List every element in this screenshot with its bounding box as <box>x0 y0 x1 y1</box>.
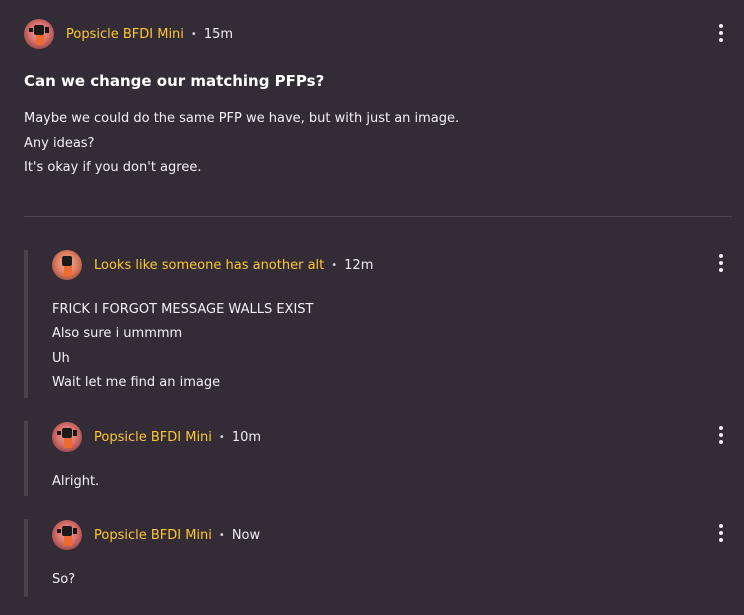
kebab-dot <box>719 254 723 258</box>
avatar-shape <box>62 428 72 438</box>
separator-dot: • <box>218 529 225 541</box>
avatar-shape <box>29 28 33 32</box>
reply-body-line: Wait let me find an image <box>52 375 221 390</box>
reply-body-line: FRICK I FORGOT MESSAGE WALLS EXIST <box>52 302 314 317</box>
avatar-shape <box>73 528 77 534</box>
separator-dot: • <box>331 259 338 271</box>
kebab-dot <box>719 24 723 28</box>
kebab-dot <box>719 531 723 535</box>
reply-header: Looks like someone has another alt • 12m <box>52 249 373 281</box>
kebab-dot <box>719 31 723 35</box>
reply-indent-bar <box>24 421 28 496</box>
reply-body-line: Alright. <box>52 474 100 489</box>
kebab-dot <box>719 433 723 437</box>
separator-dot: • <box>218 431 225 443</box>
more-options-icon[interactable] <box>716 524 726 542</box>
avatar[interactable] <box>52 422 82 452</box>
divider <box>24 216 732 217</box>
reply-body-line: Uh <box>52 351 70 366</box>
avatar-shape <box>34 25 44 35</box>
avatar-shape <box>64 266 72 276</box>
kebab-dot <box>719 268 723 272</box>
kebab-dot <box>719 524 723 528</box>
avatar-shape <box>57 529 61 533</box>
post-body-line: It's okay if you don't agree. <box>24 160 202 175</box>
kebab-dot <box>719 426 723 430</box>
reply-header: Popsicle BFDI Mini • 10m <box>52 421 261 453</box>
avatar-shape <box>64 536 72 546</box>
avatar-shape <box>62 256 72 266</box>
more-options-icon[interactable] <box>716 24 726 42</box>
message-thread: Popsicle BFDI Mini • 15m Can we change o… <box>0 0 744 615</box>
post-header: Popsicle BFDI Mini • 15m <box>24 18 233 50</box>
post-author-link[interactable]: Popsicle BFDI Mini <box>66 27 184 42</box>
avatar-shape <box>57 431 61 435</box>
kebab-dot <box>719 261 723 265</box>
reply-timestamp[interactable]: 10m <box>232 430 261 445</box>
more-options-icon[interactable] <box>716 426 726 444</box>
more-options-icon[interactable] <box>716 254 726 272</box>
avatar-shape <box>36 35 44 45</box>
reply-body-line: Also sure i ummmm <box>52 326 183 341</box>
avatar[interactable] <box>24 19 54 49</box>
reply-author-link[interactable]: Popsicle BFDI Mini <box>94 528 212 543</box>
reply-body-line: So? <box>52 572 76 587</box>
post-timestamp[interactable]: 15m <box>204 27 233 42</box>
avatar-shape <box>73 430 77 436</box>
avatar[interactable] <box>52 520 82 550</box>
post-body-line: Any ideas? <box>24 136 95 151</box>
post-body-line: Maybe we could do the same PFP we have, … <box>24 111 460 126</box>
kebab-dot <box>719 38 723 42</box>
avatar[interactable] <box>52 250 82 280</box>
kebab-dot <box>719 440 723 444</box>
reply-indent-bar <box>24 519 28 597</box>
avatar-shape <box>64 438 72 448</box>
reply-timestamp[interactable]: 12m <box>344 258 373 273</box>
reply-timestamp[interactable]: Now <box>232 528 260 543</box>
reply-author-link[interactable]: Popsicle BFDI Mini <box>94 430 212 445</box>
kebab-dot <box>719 538 723 542</box>
reply-header: Popsicle BFDI Mini • Now <box>52 519 260 551</box>
avatar-shape <box>45 27 49 33</box>
reply-indent-bar <box>24 250 28 398</box>
separator-dot: • <box>190 28 197 40</box>
avatar-shape <box>62 526 72 536</box>
post-title: Can we change our matching PFPs? <box>24 72 325 90</box>
reply-author-link[interactable]: Looks like someone has another alt <box>94 258 324 273</box>
